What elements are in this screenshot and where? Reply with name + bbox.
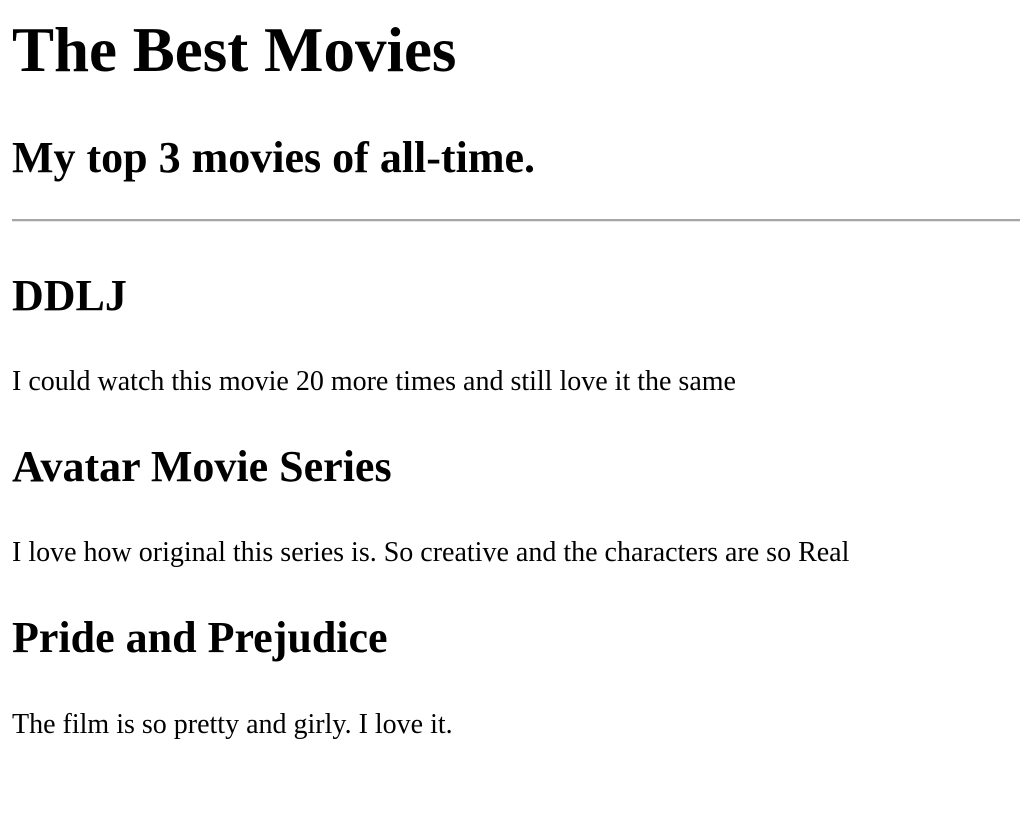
movie-description-3: The film is so pretty and girly. I love …	[12, 709, 453, 740]
divider	[12, 219, 1020, 222]
movie-description-2: I love how original this series is. So c…	[12, 537, 850, 568]
movie-title-1: DDLJ	[12, 271, 127, 320]
movie-title-2: Avatar Movie Series	[12, 442, 392, 491]
page-title: The Best Movies	[12, 15, 457, 85]
page: The Best Movies My top 3 movies of all-t…	[0, 0, 1020, 832]
movie-title-3: Pride and Prejudice	[12, 613, 388, 662]
page-subtitle: My top 3 movies of all-time.	[12, 133, 535, 182]
movie-description-1: I could watch this movie 20 more times a…	[12, 366, 736, 397]
